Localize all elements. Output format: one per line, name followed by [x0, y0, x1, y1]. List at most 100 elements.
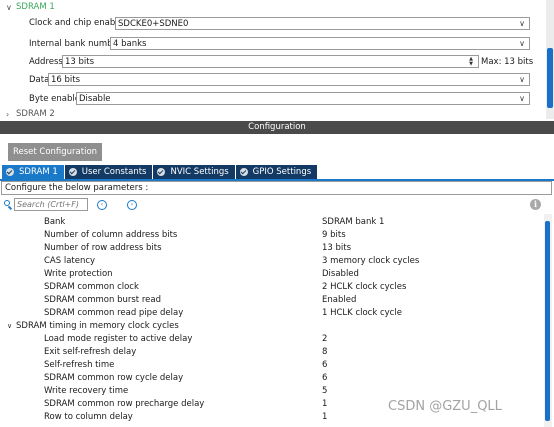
param-name: SDRAM common clock	[44, 282, 139, 292]
param-value: 8	[322, 347, 328, 357]
param-value: Disabled	[322, 269, 359, 279]
param-value: 2 HCLK clock cycles	[322, 282, 407, 292]
param-value: 1 HCLK clock cycle	[322, 308, 402, 318]
clock-chip-row: Clock and chip enable	[29, 16, 125, 30]
parameters-banner: Configure the below parameters :	[1, 181, 552, 195]
address-spinner[interactable]: 13 bits ▲ ▼	[62, 55, 479, 68]
param-value: 6	[322, 360, 328, 370]
config-tabs: SDRAM 1 User Constants NVIC Settings GPI…	[2, 165, 318, 179]
param-name: SDRAM common row precharge delay	[44, 399, 205, 409]
parameter-scrollbar[interactable]	[544, 214, 552, 427]
param-value: Enabled	[322, 295, 357, 305]
data-label: Data	[29, 75, 50, 85]
search-previous-icon[interactable]: ‹	[97, 200, 107, 210]
byte-enable-row: Byte enable	[29, 92, 82, 106]
param-row[interactable]: Exit self-refresh delay 8	[0, 346, 544, 358]
param-value: 1	[322, 399, 328, 409]
param-row[interactable]: Self-refresh time 6	[0, 359, 544, 371]
chevron-down-icon: ∨	[519, 75, 525, 84]
data-value: 16 bits	[51, 74, 81, 85]
clock-chip-value: SDCKE0+SDNE0	[118, 18, 189, 29]
chevron-down-icon: ∨	[519, 39, 525, 48]
param-value: 5	[322, 386, 328, 396]
param-name: Load mode register to active delay	[44, 334, 193, 344]
param-name: Write protection	[44, 269, 113, 279]
param-row[interactable]: SDRAM common row cycle delay 6	[0, 372, 544, 384]
address-label: Address	[29, 57, 63, 67]
param-value: 6	[322, 373, 328, 383]
search-input[interactable]	[14, 198, 88, 211]
param-value: 2	[322, 334, 328, 344]
section-sdram1-label: SDRAM 1	[16, 2, 55, 12]
param-row[interactable]: Bank SDRAM bank 1	[0, 216, 544, 228]
section-sdram1[interactable]: ∨ SDRAM 1	[6, 1, 55, 13]
tab-nvic-settings-label: NVIC Settings	[170, 167, 229, 177]
info-icon[interactable]: i	[530, 199, 541, 210]
param-row[interactable]: SDRAM common clock 2 HCLK clock cycles	[0, 281, 544, 293]
check-circle-icon	[6, 168, 14, 176]
chevron-down-icon: ∨	[519, 94, 525, 103]
param-row[interactable]: CAS latency 3 memory clock cycles	[0, 255, 544, 267]
param-name: Exit self-refresh delay	[44, 347, 137, 357]
address-max: Max: 13 bits	[481, 55, 533, 69]
tab-user-constants[interactable]: User Constants	[64, 165, 153, 179]
chevron-down-icon: ∨	[519, 19, 525, 28]
param-row[interactable]: Number of row address bits 13 bits	[0, 242, 544, 254]
chevron-down-icon: ∨	[7, 322, 13, 330]
param-name: Number of column address bits	[44, 230, 178, 240]
mode-scrollbar-thumb[interactable]	[547, 48, 553, 108]
param-row[interactable]: Write protection Disabled	[0, 268, 544, 280]
tab-gpio-settings[interactable]: GPIO Settings	[235, 165, 318, 179]
watermark: CSDN @GZU_QLL	[388, 399, 502, 414]
timing-group-label: SDRAM timing in memory clock cycles	[16, 321, 179, 331]
internal-bank-label: Internal bank number	[29, 39, 122, 49]
param-value: SDRAM bank 1	[322, 217, 385, 227]
param-name: SDRAM common row cycle delay	[44, 373, 184, 383]
internal-bank-select[interactable]: 4 banks ∨	[110, 37, 530, 50]
param-name: Bank	[44, 217, 66, 227]
chevron-right-icon: ›	[6, 109, 10, 119]
byte-enable-select[interactable]: Disable ∨	[76, 92, 530, 105]
mode-scrollbar[interactable]	[546, 0, 554, 119]
param-name: SDRAM common read pipe delay	[44, 308, 184, 318]
parameter-scrollbar-thumb[interactable]	[545, 221, 550, 421]
configuration-header: Configuration	[0, 121, 554, 134]
param-value: 1	[322, 412, 328, 422]
param-name: Number of row address bits	[44, 243, 162, 253]
timing-group-header[interactable]: ∨ SDRAM timing in memory clock cycles	[0, 320, 544, 332]
internal-bank-value: 4 banks	[113, 38, 147, 49]
param-name: SDRAM common burst read	[44, 295, 161, 305]
tab-user-constants-label: User Constants	[81, 167, 147, 177]
param-value: 13 bits	[322, 243, 352, 253]
param-row[interactable]: Number of column address bits 9 bits	[0, 229, 544, 241]
param-row[interactable]: SDRAM common read pipe delay 1 HCLK cloc…	[0, 307, 544, 319]
tab-sdram1[interactable]: SDRAM 1	[2, 165, 64, 179]
param-row[interactable]: Load mode register to active delay 2	[0, 333, 544, 345]
section-sdram2[interactable]: › SDRAM 2	[6, 108, 55, 119]
check-circle-icon	[157, 168, 166, 176]
param-value: 9 bits	[322, 230, 346, 240]
configuration-area: Reset Configuration SDRAM 1 User Constan…	[0, 134, 554, 427]
clock-chip-label: Clock and chip enable	[29, 18, 123, 28]
spinner-arrows-icon[interactable]: ▲ ▼	[467, 56, 475, 67]
param-name: CAS latency	[44, 256, 96, 266]
tab-nvic-settings[interactable]: NVIC Settings	[153, 165, 235, 179]
search-next-icon[interactable]: ›	[127, 200, 137, 210]
mode-panel: ∨ SDRAM 1 Clock and chip enable SDCKE0+S…	[0, 0, 554, 119]
param-name: Row to column delay	[44, 412, 133, 422]
byte-enable-label: Byte enable	[29, 94, 80, 104]
reset-configuration-button[interactable]: Reset Configuration	[8, 143, 102, 161]
search-row	[3, 198, 88, 211]
tab-sdram1-label: SDRAM 1	[19, 167, 58, 177]
data-select[interactable]: 16 bits ∨	[48, 73, 530, 86]
param-row[interactable]: SDRAM common burst read Enabled	[0, 294, 544, 306]
tab-gpio-settings-label: GPIO Settings	[252, 167, 312, 177]
clock-chip-select[interactable]: SDCKE0+SDNE0 ∨	[115, 17, 530, 30]
chevron-down-icon: ∨	[6, 2, 12, 12]
address-max-label: Max: 13 bits	[481, 57, 534, 67]
parameter-list: Bank SDRAM bank 1 Number of column addre…	[0, 214, 544, 427]
check-circle-icon	[239, 168, 248, 176]
param-value: 3 memory clock cycles	[322, 256, 420, 266]
search-icon	[3, 199, 13, 210]
param-row[interactable]: Write recovery time 5	[0, 385, 544, 397]
